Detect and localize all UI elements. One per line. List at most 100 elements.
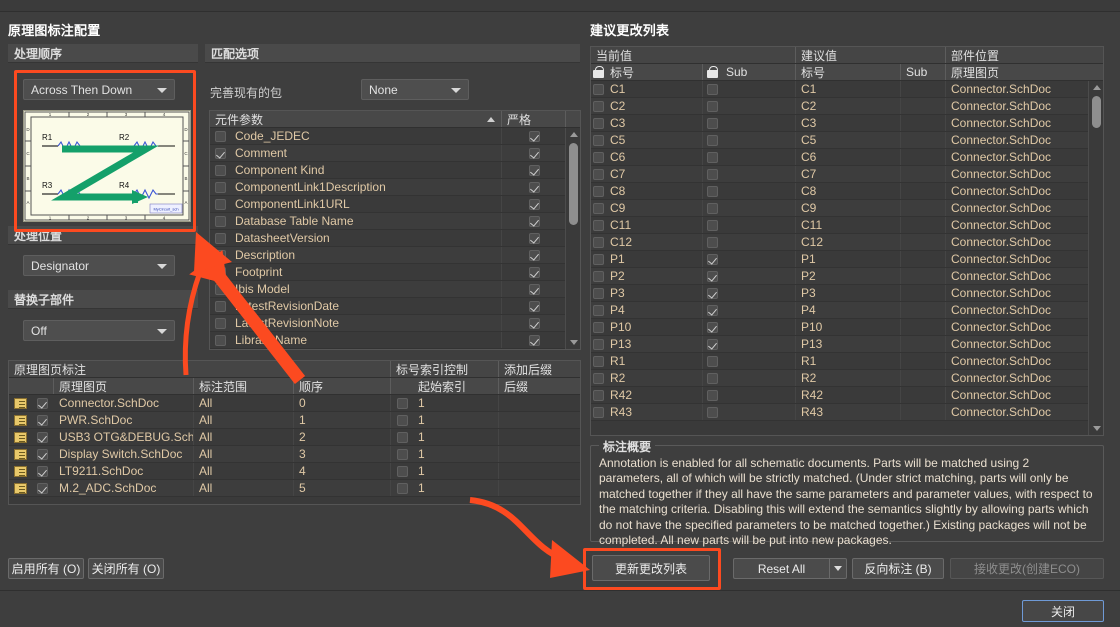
sheet-scope-cell[interactable]: All xyxy=(194,429,294,445)
checkbox-checked[interactable] xyxy=(706,270,718,282)
sheet-order-cell[interactable]: 1 xyxy=(294,412,391,428)
current-sub-lock-cell[interactable] xyxy=(703,217,721,233)
table-row[interactable]: C1 C1 Connector.SchDoc xyxy=(591,81,1103,98)
checkbox-unchecked[interactable] xyxy=(214,334,226,346)
current-sub-lock-cell[interactable] xyxy=(703,166,721,182)
column-lock-current-sub[interactable] xyxy=(703,64,721,80)
table-row[interactable]: C9 C9 Connector.SchDoc xyxy=(591,200,1103,217)
column-new-designator[interactable]: 标号 xyxy=(796,64,901,80)
sheet-start-index-cell[interactable]: 1 xyxy=(413,429,499,445)
parameter-strict-cell[interactable] xyxy=(502,247,566,263)
table-row[interactable]: Footprint xyxy=(210,264,580,281)
parameter-enable-cell[interactable] xyxy=(210,179,230,195)
disable-all-button[interactable]: 关闭所有 (O) xyxy=(88,558,164,579)
checkbox-unchecked[interactable] xyxy=(706,355,718,367)
table-row[interactable]: Ibis Model xyxy=(210,281,580,298)
changes-table-scrollbar[interactable] xyxy=(1088,81,1103,435)
table-row[interactable]: R1 R1 Connector.SchDoc xyxy=(591,353,1103,370)
table-row[interactable]: LatestRevisionDate xyxy=(210,298,580,315)
sheet-suffix-cell[interactable] xyxy=(499,395,580,411)
scroll-down-icon[interactable] xyxy=(566,336,580,349)
table-row[interactable]: P13 P13 Connector.SchDoc xyxy=(591,336,1103,353)
current-lock-cell[interactable] xyxy=(591,166,605,182)
column-sheet-name[interactable]: 原理图页 xyxy=(54,378,194,394)
column-location[interactable]: 原理图页 xyxy=(946,64,1090,80)
checkbox-unchecked[interactable] xyxy=(592,253,604,265)
column-current-designator[interactable]: 标号 xyxy=(605,64,703,80)
sheet-index-lock-cell[interactable] xyxy=(391,412,413,428)
table-row[interactable]: Display Switch.SchDoc All 3 1 xyxy=(9,446,580,463)
table-row[interactable]: R2 R2 Connector.SchDoc xyxy=(591,370,1103,387)
table-row[interactable]: Comment xyxy=(210,145,580,162)
table-row[interactable]: C6 C6 Connector.SchDoc xyxy=(591,149,1103,166)
current-sub-lock-cell[interactable] xyxy=(703,319,721,335)
checkbox-checked[interactable] xyxy=(37,397,48,409)
checkbox-unchecked[interactable] xyxy=(592,83,604,95)
column-suffix[interactable]: 后缀 xyxy=(499,378,580,394)
table-row[interactable]: C12 C12 Connector.SchDoc xyxy=(591,234,1103,251)
sheet-start-index-cell[interactable]: 1 xyxy=(413,480,499,496)
checkbox-checked[interactable] xyxy=(528,215,540,227)
column-current-sub[interactable]: Sub xyxy=(721,64,796,80)
current-sub-lock-cell[interactable] xyxy=(703,81,721,97)
table-row[interactable]: PWR.SchDoc All 1 1 xyxy=(9,412,580,429)
current-lock-cell[interactable] xyxy=(591,319,605,335)
checkbox-checked[interactable] xyxy=(528,232,540,244)
parameter-strict-cell[interactable] xyxy=(502,128,566,144)
table-row[interactable]: C8 C8 Connector.SchDoc xyxy=(591,183,1103,200)
scroll-thumb[interactable] xyxy=(1092,96,1101,128)
checkbox-unchecked[interactable] xyxy=(706,219,718,231)
parameter-enable-cell[interactable] xyxy=(210,128,230,144)
checkbox-checked[interactable] xyxy=(528,300,540,312)
sheet-start-index-cell[interactable]: 1 xyxy=(413,412,499,428)
table-row[interactable]: R42 R42 Connector.SchDoc xyxy=(591,387,1103,404)
checkbox-unchecked[interactable] xyxy=(214,164,226,176)
checkbox-unchecked[interactable] xyxy=(214,266,226,278)
table-row[interactable]: P3 P3 Connector.SchDoc xyxy=(591,285,1103,302)
enable-all-button[interactable]: 启用所有 (O) xyxy=(8,558,84,579)
checkbox-checked[interactable] xyxy=(214,147,226,159)
table-row[interactable]: M.2_ADC.SchDoc All 5 1 xyxy=(9,480,580,497)
parameter-strict-cell[interactable] xyxy=(502,298,566,314)
checkbox-checked[interactable] xyxy=(706,287,718,299)
checkbox-unchecked[interactable] xyxy=(592,168,604,180)
column-parameter[interactable]: 元件参数 xyxy=(210,111,502,127)
parameter-enable-cell[interactable] xyxy=(210,247,230,263)
table-row[interactable]: LT9211.SchDoc All 4 1 xyxy=(9,463,580,480)
current-lock-cell[interactable] xyxy=(591,387,605,403)
checkbox-unchecked[interactable] xyxy=(396,482,408,494)
sheet-scope-cell[interactable]: All xyxy=(194,463,294,479)
current-lock-cell[interactable] xyxy=(591,268,605,284)
checkbox-checked[interactable] xyxy=(528,181,540,193)
checkbox-unchecked[interactable] xyxy=(592,219,604,231)
current-sub-lock-cell[interactable] xyxy=(703,149,721,165)
checkbox-unchecked[interactable] xyxy=(706,117,718,129)
current-lock-cell[interactable] xyxy=(591,302,605,318)
sheet-enable-cell[interactable] xyxy=(31,429,54,445)
sheet-order-cell[interactable]: 0 xyxy=(294,395,391,411)
current-lock-cell[interactable] xyxy=(591,149,605,165)
parameter-strict-cell[interactable] xyxy=(502,196,566,212)
checkbox-unchecked[interactable] xyxy=(592,202,604,214)
current-sub-lock-cell[interactable] xyxy=(703,268,721,284)
checkbox-checked[interactable] xyxy=(528,266,540,278)
checkbox-unchecked[interactable] xyxy=(592,236,604,248)
table-row[interactable]: C7 C7 Connector.SchDoc xyxy=(591,166,1103,183)
sheet-index-lock-cell[interactable] xyxy=(391,480,413,496)
sheet-suffix-cell[interactable] xyxy=(499,463,580,479)
checkbox-unchecked[interactable] xyxy=(706,185,718,197)
parameter-enable-cell[interactable] xyxy=(210,196,230,212)
column-strict[interactable]: 严格 xyxy=(502,111,566,127)
current-lock-cell[interactable] xyxy=(591,200,605,216)
checkbox-unchecked[interactable] xyxy=(214,317,226,329)
parameter-strict-cell[interactable] xyxy=(502,179,566,195)
current-lock-cell[interactable] xyxy=(591,285,605,301)
sheet-enable-cell[interactable] xyxy=(31,412,54,428)
current-lock-cell[interactable] xyxy=(591,115,605,131)
current-lock-cell[interactable] xyxy=(591,98,605,114)
checkbox-unchecked[interactable] xyxy=(592,389,604,401)
checkbox-unchecked[interactable] xyxy=(592,117,604,129)
checkbox-checked[interactable] xyxy=(37,431,48,443)
table-row[interactable]: Component Kind xyxy=(210,162,580,179)
parameter-enable-cell[interactable] xyxy=(210,162,230,178)
